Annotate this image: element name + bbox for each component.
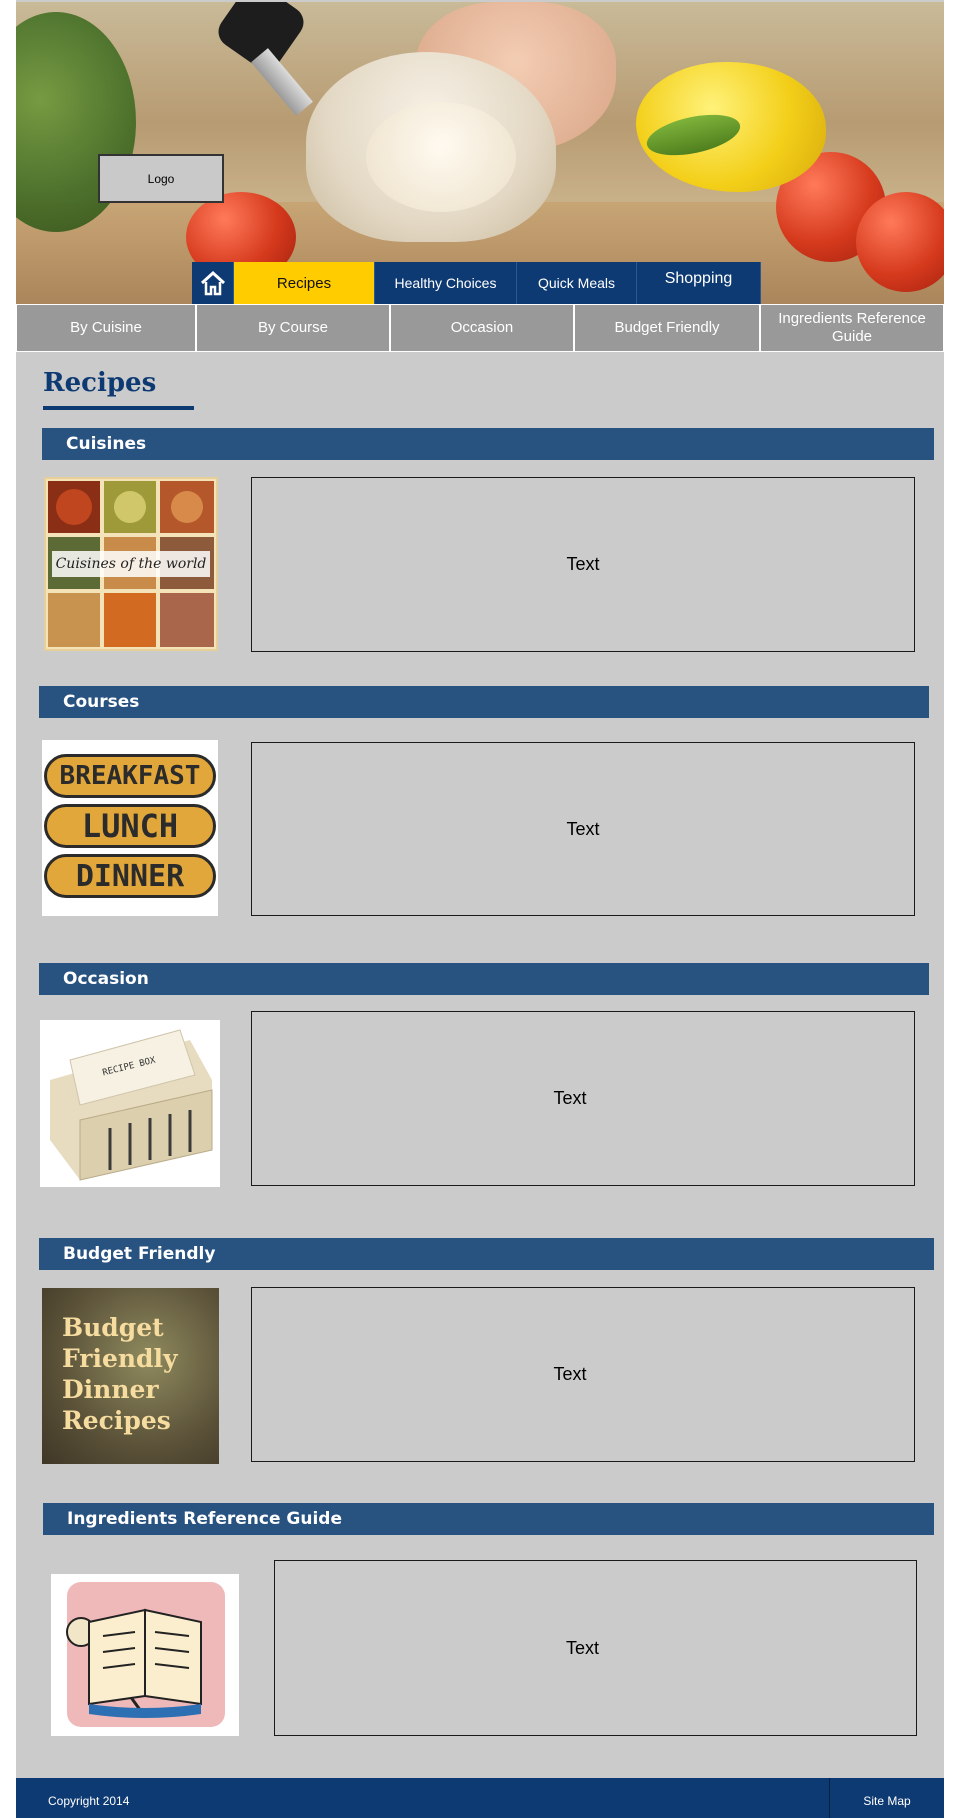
ingredients-guide-text: Text <box>565 1637 599 1658</box>
cookbook-icon <box>66 1582 225 1727</box>
courses-text-box: Text <box>251 742 915 916</box>
budget-friendly-image-text: Budget Friendly Dinner Recipes <box>62 1312 178 1436</box>
section-header-budget-friendly: Budget Friendly <box>39 1238 934 1270</box>
subnav-by-cuisine[interactable]: By Cuisine <box>16 304 196 352</box>
cuisines-text-box: Text <box>251 477 915 652</box>
section-header-occasion: Occasion <box>39 963 929 995</box>
subnav-budget-friendly-label: Budget Friendly <box>614 319 720 336</box>
home-button[interactable] <box>192 262 234 304</box>
budget-friendly-image[interactable]: Budget Friendly Dinner Recipes <box>42 1288 219 1464</box>
section-header-courses: Courses <box>39 686 929 718</box>
nav-shopping-label: Shopping <box>664 270 733 287</box>
subnav-ingredients-guide[interactable]: Ingredients Reference Guide <box>760 304 944 352</box>
logo[interactable]: Logo <box>98 154 224 203</box>
budget-friendly-text-box: Text <box>251 1287 915 1462</box>
courses-text: Text <box>566 818 600 839</box>
courses-image[interactable]: BREAKFAST LUNCH DINNER <box>42 740 218 916</box>
budget-line-2: Friendly <box>62 1344 178 1373</box>
subnav-by-course[interactable]: By Course <box>196 304 390 352</box>
footer: Copyright 2014 Site Map <box>16 1778 944 1818</box>
section-header-ingredients-guide: Ingredients Reference Guide <box>43 1503 934 1535</box>
subnav-occasion-label: Occasion <box>450 319 514 336</box>
section-header-cuisines: Cuisines <box>42 428 934 460</box>
knife-blade <box>251 48 313 116</box>
section-title: Budget Friendly <box>63 1244 216 1264</box>
budget-line-1: Budget <box>62 1313 164 1342</box>
sub-nav: By Cuisine By Course Occasion Budget Fri… <box>16 304 944 352</box>
nav-recipes[interactable]: Recipes <box>234 262 375 304</box>
site-map-label: Site Map <box>863 1794 911 1808</box>
section-title: Occasion <box>63 969 149 989</box>
breakfast-sign: BREAKFAST <box>44 754 216 798</box>
home-icon <box>200 270 225 296</box>
ingredients-guide-text-box: Text <box>274 1560 917 1736</box>
recipe-box-graphic <box>50 1029 213 1181</box>
main-nav: Recipes Healthy Choices Quick Meals Shop… <box>192 262 761 304</box>
nav-recipes-label: Recipes <box>276 274 332 292</box>
subnav-by-course-label: By Course <box>257 319 329 336</box>
page: Logo Recipes Healthy Choices Quick Meals… <box>16 0 944 1818</box>
occasion-image[interactable]: RECIPE BOX <box>40 1020 220 1187</box>
occasion-text-box: Text <box>251 1011 915 1186</box>
hero-banner: Logo <box>16 2 944 304</box>
cuisines-image-caption: Cuisines of the world <box>55 556 207 572</box>
site-map-link[interactable]: Site Map <box>829 1778 944 1818</box>
subnav-by-cuisine-label: By Cuisine <box>70 319 142 336</box>
subnav-ingredients-guide-label: Ingredients Reference Guide <box>778 310 926 345</box>
budget-line-4: Recipes <box>62 1406 171 1435</box>
title-underline <box>43 406 194 410</box>
nav-healthy-choices-label: Healthy Choices <box>394 275 497 291</box>
dinner-sign: DINNER <box>44 854 216 898</box>
nav-healthy-choices[interactable]: Healthy Choices <box>375 262 517 304</box>
lunch-sign: LUNCH <box>44 804 216 848</box>
budget-friendly-text: Text <box>553 1364 587 1384</box>
subnav-occasion[interactable]: Occasion <box>390 304 574 352</box>
logo-text: Logo <box>147 171 175 186</box>
occasion-text: Text <box>553 1088 587 1108</box>
subnav-budget-friendly[interactable]: Budget Friendly <box>574 304 760 352</box>
page-title: Recipes <box>43 368 157 398</box>
cuisines-text: Text <box>566 554 600 574</box>
section-title: Courses <box>63 692 140 712</box>
nav-quick-meals-label: Quick Meals <box>537 275 616 291</box>
nav-quick-meals[interactable]: Quick Meals <box>517 262 637 304</box>
mushroom-slice <box>366 102 516 212</box>
nav-shopping[interactable]: Shopping <box>637 262 761 304</box>
cuisines-image[interactable]: Cuisines of the world <box>44 477 218 651</box>
section-title: Cuisines <box>66 434 147 454</box>
section-title: Ingredients Reference Guide <box>67 1509 342 1529</box>
budget-line-3: Dinner <box>62 1375 159 1404</box>
ingredients-guide-image[interactable] <box>51 1574 239 1736</box>
copyright-text: Copyright 2014 <box>48 1794 130 1808</box>
